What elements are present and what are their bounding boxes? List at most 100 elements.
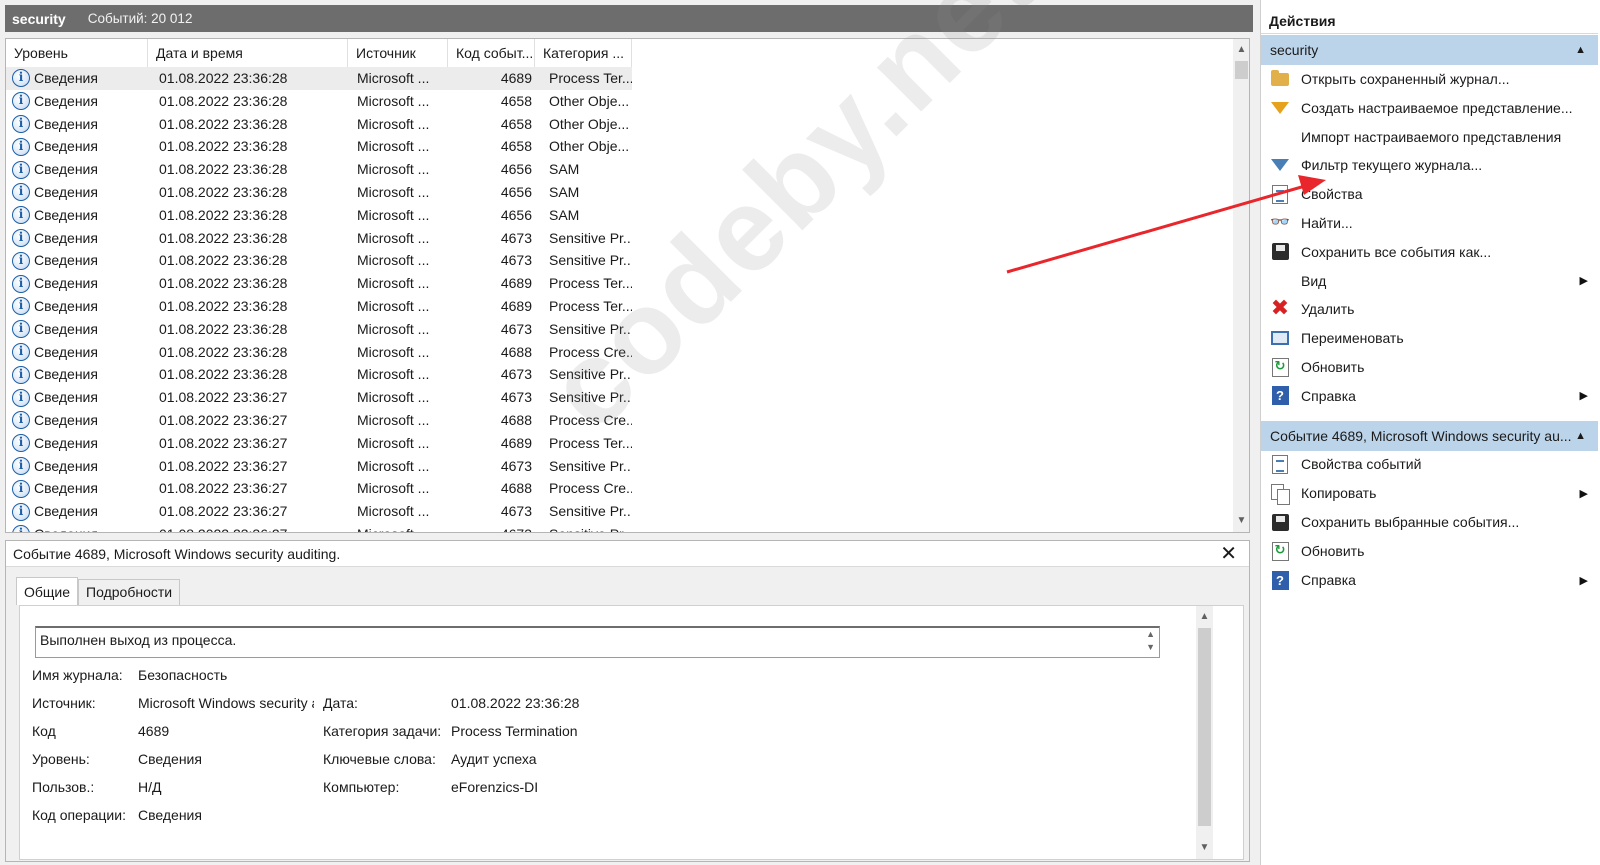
table-row[interactable]: i Сведения 01.08.2022 23:36:28 Microsoft ..…: [6, 135, 632, 158]
action-section2-4[interactable]: ? Справка ▶: [1261, 566, 1598, 594]
level-text: Сведения: [34, 92, 98, 109]
action-section1-1[interactable]: Создать настраиваемое представление...: [1261, 94, 1598, 122]
table-row[interactable]: i Сведения 01.08.2022 23:36:28 Microsoft ..…: [6, 272, 632, 295]
section-header-event-title: Событие 4689, Microsoft Windows security…: [1270, 428, 1572, 444]
col-header-datetime[interactable]: Дата и время: [148, 39, 348, 67]
level-text: Сведения: [34, 523, 98, 532]
table-row[interactable]: i Сведения 01.08.2022 23:36:28 Microsoft ..…: [6, 158, 632, 181]
delete-icon: ✖: [1270, 296, 1290, 322]
events-grid[interactable]: Уровень Дата и время Источник Код событ.…: [5, 38, 1250, 533]
detail-scrollbar[interactable]: ▲ ▼: [1196, 606, 1213, 859]
tab-general[interactable]: Общие: [16, 577, 79, 605]
table-row[interactable]: iСведения01.08.2022 23:36:27Microsoft ..…: [6, 477, 632, 500]
section-header-log[interactable]: security ▲: [1261, 35, 1598, 65]
table-row[interactable]: i Сведения 01.08.2022 23:36:28 Microsoft ..…: [6, 363, 632, 386]
scroll-down-icon[interactable]: ▼: [1196, 839, 1213, 857]
collapse-icon[interactable]: ▲: [1575, 35, 1586, 65]
close-icon[interactable]: ✕: [1220, 542, 1237, 566]
action-section1-6[interactable]: Сохранить все события как...: [1261, 238, 1598, 266]
action-section1-8[interactable]: ✖ Удалить: [1261, 295, 1598, 323]
action-section1-0[interactable]: Открыть сохраненный журнал...: [1261, 65, 1598, 93]
action-label: Сохранить выбранные события...: [1301, 514, 1520, 530]
table-row[interactable]: i Сведения 01.08.2022 23:36:28 Microsoft ..…: [6, 318, 632, 341]
action-section2-2[interactable]: Сохранить выбранные события...: [1261, 508, 1598, 536]
info-icon: i: [12, 183, 30, 202]
action-section2-0[interactable]: Свойства событий: [1261, 450, 1598, 478]
table-row[interactable]: i Сведения 01.08.2022 23:36:28 Microsoft ..…: [6, 249, 632, 272]
source-cell: Microsoft ...: [357, 320, 430, 337]
code-cell: 4689: [500, 297, 532, 314]
source-cell: Microsoft ...: [357, 206, 430, 223]
action-section1-11[interactable]: ? Справка ▶: [1261, 382, 1598, 410]
level-text: Сведения: [34, 252, 98, 269]
action-label: Импорт настраиваемого представления: [1301, 128, 1562, 145]
tab-details[interactable]: Подробности: [78, 579, 181, 605]
col-header-category[interactable]: Категория ...: [535, 39, 632, 67]
event-message: Выполнен выход из процесса.: [40, 632, 237, 648]
code-cell: 4656: [500, 206, 532, 223]
action-section2-3[interactable]: Обновить: [1261, 537, 1598, 565]
level-label: Уровень:: [32, 751, 90, 767]
level-cell: iСведения: [6, 295, 148, 318]
rename-icon: [1269, 327, 1291, 349]
info-icon: i: [12, 137, 30, 156]
table-row[interactable]: iСведения01.08.2022 23:36:27Microsoft ..…: [6, 455, 632, 478]
category-cell: Sensitive Pr...: [549, 389, 632, 406]
table-row[interactable]: i Сведения 01.08.2022 23:36:28 Microsoft ..…: [6, 227, 632, 250]
col-header-source[interactable]: Источник: [348, 39, 448, 67]
code-cell: 4673: [500, 366, 532, 383]
action-section2-1[interactable]: Копировать ▶: [1261, 479, 1598, 507]
action-label: Сохранить все события как...: [1301, 243, 1492, 260]
table-row[interactable]: i Сведения 01.08.2022 23:36:28 Microsoft ..…: [6, 113, 632, 136]
level-value: Сведения: [138, 751, 202, 767]
level-cell: iСведения: [6, 67, 148, 90]
grid-scrollbar[interactable]: ▲ ▼: [1233, 39, 1249, 532]
level-text: Сведения: [34, 297, 98, 314]
action-section1-2[interactable]: Импорт настраиваемого представления: [1261, 123, 1598, 151]
scroll-thumb[interactable]: [1198, 628, 1211, 826]
message-scroll-icon[interactable]: ▲ ▼: [1146, 628, 1155, 654]
action-section1-9[interactable]: Переименовать: [1261, 324, 1598, 352]
action-section1-10[interactable]: Обновить: [1261, 353, 1598, 381]
level-cell: iСведения: [6, 477, 148, 500]
scroll-up-icon[interactable]: ▲: [1196, 608, 1213, 626]
table-row[interactable]: i Сведения 01.08.2022 23:36:28 Microsoft ..…: [6, 181, 632, 204]
level-text: Сведения: [34, 161, 98, 178]
table-row[interactable]: iСведения01.08.2022 23:36:27Microsoft ..…: [6, 432, 632, 455]
table-row[interactable]: i Сведения 01.08.2022 23:36:28 Microsoft ..…: [6, 90, 632, 113]
event-message-box[interactable]: Выполнен выход из процесса. ▲ ▼: [35, 626, 1160, 658]
action-section1-7[interactable]: Вид ▶: [1261, 267, 1598, 295]
table-row[interactable]: iСведения01.08.2022 23:36:27Microsoft ..…: [6, 386, 632, 409]
category-cell: Sensitive Pr...: [549, 457, 632, 474]
table-row[interactable]: i Сведения 01.08.2022 23:36:28 Microsoft ..…: [6, 341, 632, 364]
table-row[interactable]: iСведения01.08.2022 23:36:27Microsoft ..…: [6, 500, 632, 523]
section-header-event[interactable]: Событие 4689, Microsoft Windows security…: [1261, 421, 1598, 451]
action-section1-5[interactable]: 👓 Найти...: [1261, 209, 1598, 237]
log-title-bar: security Событий: 20 012: [5, 5, 1253, 32]
action-section1-4[interactable]: Свойства: [1261, 180, 1598, 208]
level-text: Сведения: [34, 343, 98, 360]
action-label: Свойства событий: [1301, 456, 1422, 472]
datetime-cell: 01.08.2022 23:36:27: [159, 411, 288, 428]
actions-pane: Действия security ▲ Открыть сохраненный …: [1260, 0, 1600, 865]
level-cell: iСведения: [6, 455, 148, 478]
scroll-up-icon[interactable]: ▲: [1233, 41, 1249, 59]
table-row[interactable]: iСведения01.08.2022 23:36:27Microsoft ..…: [6, 523, 632, 532]
code-cell: 4658: [500, 138, 532, 155]
col-header-level[interactable]: Уровень: [6, 39, 148, 67]
table-row[interactable]: i Сведения 01.08.2022 23:36:28 Microsoft ..…: [6, 295, 632, 318]
action-section1-3[interactable]: Фильтр текущего журнала...: [1261, 151, 1598, 179]
scroll-thumb[interactable]: [1235, 61, 1248, 79]
datetime-cell: 01.08.2022 23:36:28: [159, 297, 288, 314]
table-row[interactable]: i Сведения 01.08.2022 23:36:28 Microsoft ..…: [6, 67, 632, 90]
blank-icon: [1269, 126, 1291, 148]
scroll-down-icon[interactable]: ▼: [1233, 512, 1249, 530]
datetime-cell: 01.08.2022 23:36:28: [159, 343, 288, 360]
table-row[interactable]: i Сведения 01.08.2022 23:36:28 Microsoft ..…: [6, 204, 632, 227]
info-icon: i: [12, 502, 30, 521]
table-row[interactable]: iСведения01.08.2022 23:36:27Microsoft ..…: [6, 409, 632, 432]
datetime-cell: 01.08.2022 23:36:28: [159, 206, 288, 223]
collapse-icon[interactable]: ▲: [1575, 421, 1586, 451]
source-cell: Microsoft ...: [357, 434, 430, 451]
col-header-code[interactable]: Код событ...: [448, 39, 535, 67]
